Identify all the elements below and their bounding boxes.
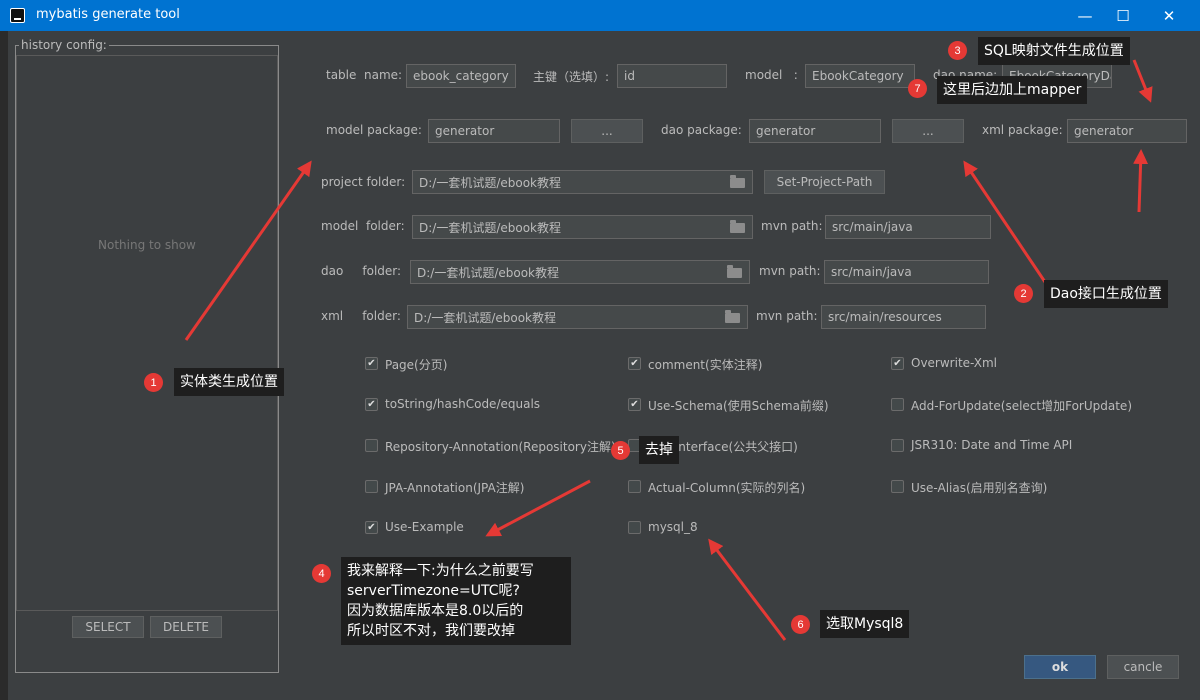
option-checkbox[interactable]: ✔ — [891, 357, 904, 370]
option-label: mysql_8 — [648, 520, 698, 534]
folder-icon[interactable] — [730, 220, 745, 233]
xml-package-label: xml package: — [982, 123, 1063, 137]
model-package-label: model package: — [326, 123, 422, 137]
folder-icon[interactable] — [730, 175, 745, 188]
option-checkbox[interactable]: ✔ — [365, 521, 378, 534]
model-folder-input[interactable]: D:/一套机试题/ebook教程 — [412, 215, 753, 239]
option-label: Use-Schema(使用Schema前缀) — [648, 399, 829, 413]
dao-mvn-path-input[interactable]: src/main/java — [824, 260, 989, 284]
xml-package-input[interactable]: generator — [1067, 119, 1187, 143]
model-package-input[interactable]: generator — [428, 119, 560, 143]
option-checkbox[interactable]: ✔ — [365, 398, 378, 411]
project-folder-value: D:/一套机试题/ebook教程 — [419, 175, 562, 190]
option-checkbox[interactable] — [365, 439, 378, 452]
annotation-badge-2: 2 — [1014, 284, 1033, 303]
project-folder-label: project folder: — [321, 175, 406, 189]
xml-mvn-path-input[interactable]: src/main/resources — [821, 305, 986, 329]
app-icon — [10, 8, 25, 23]
history-config-label: history config: — [19, 38, 109, 52]
arrow-6 — [708, 538, 787, 641]
annotation-4-line-3: 因为数据库版本是8.0以后的 — [347, 603, 524, 619]
option-checkbox[interactable] — [628, 480, 641, 493]
option-label: comment(实体注释) — [648, 358, 763, 372]
close-button[interactable]: ✕ — [1146, 0, 1192, 31]
annotation-5: 去掉 — [639, 436, 679, 464]
table-name-input[interactable]: ebook_category — [406, 64, 516, 88]
annotation-1: 实体类生成位置 — [174, 368, 284, 396]
option-label: Actual-Column(实际的列名) — [648, 481, 806, 495]
model-package-browse-button[interactable]: ... — [571, 119, 643, 143]
table-name-label: table name: — [326, 68, 403, 82]
dao-package-input[interactable]: generator — [749, 119, 881, 143]
option-label: Overwrite-Xml — [911, 356, 998, 370]
option-label: Use-Alias(启用别名查询) — [911, 481, 1048, 495]
annotation-2: Dao接口生成位置 — [1044, 280, 1168, 308]
select-button[interactable]: SELECT — [72, 616, 144, 638]
model-folder-label: model folder: — [321, 219, 405, 233]
annotation-6: 选取Mysql8 — [820, 610, 910, 638]
annotation-4-line-4: 所以时区不对，我们要改掉 — [347, 623, 515, 639]
annotation-4-line-2: serverTimezone=UTC呢? — [347, 583, 520, 599]
annotation-badge-5: 5 — [611, 441, 630, 460]
option-checkbox[interactable] — [628, 521, 641, 534]
dao-package-label: dao package: — [661, 123, 742, 137]
set-project-path-button[interactable]: Set-Project-Path — [764, 170, 885, 194]
option-label: JPA-Annotation(JPA注解) — [385, 481, 525, 495]
option-checkbox[interactable] — [891, 439, 904, 452]
option-checkbox[interactable] — [891, 398, 904, 411]
project-folder-input[interactable]: D:/一套机试题/ebook教程 — [412, 170, 753, 194]
annotation-4: 我来解释一下:为什么之前要写 serverTimezone=UTC呢? 因为数据… — [341, 557, 571, 645]
option-checkbox[interactable]: ✔ — [628, 398, 641, 411]
dao-folder-value: D:/一套机试题/ebook教程 — [417, 265, 560, 280]
annotation-3: SQL映射文件生成位置 — [978, 37, 1130, 65]
option-checkbox[interactable] — [365, 480, 378, 493]
annotation-badge-3: 3 — [948, 41, 967, 60]
option-label: Use-Example — [385, 520, 464, 534]
option-label: Repository-Annotation(Repository注解) — [385, 440, 616, 454]
model-folder-value: D:/一套机试题/ebook教程 — [419, 220, 562, 235]
empty-list-text: Nothing to show — [98, 238, 196, 252]
maximize-button[interactable]: ☐ — [1100, 0, 1146, 31]
ok-button[interactable]: ok — [1024, 655, 1096, 679]
arrow-3a — [1132, 59, 1153, 103]
dao-folder-input[interactable]: D:/一套机试题/ebook教程 — [410, 260, 750, 284]
xml-folder-value: D:/一套机试题/ebook教程 — [414, 310, 557, 325]
cancel-button[interactable]: cancle — [1107, 655, 1179, 679]
option-label: JSR310: Date and Time API — [911, 438, 1073, 452]
background-ide-strip — [0, 31, 8, 700]
option-label: Page(分页) — [385, 358, 448, 372]
history-list[interactable] — [16, 55, 278, 611]
dao-folder-label: dao folder: — [321, 264, 402, 278]
option-checkbox[interactable]: ✔ — [628, 357, 641, 370]
delete-button[interactable]: DELETE — [150, 616, 222, 638]
primary-key-label: 主键（选填）: — [533, 70, 610, 84]
window-title: mybatis generate tool — [36, 7, 180, 22]
primary-key-input[interactable]: id — [617, 64, 727, 88]
model-label: model : — [745, 68, 798, 82]
annotation-badge-7: 7 — [908, 79, 927, 98]
annotation-badge-4: 4 — [312, 564, 331, 583]
folder-icon[interactable] — [725, 310, 740, 323]
dao-mvn-path-label: mvn path: — [759, 264, 821, 278]
title-bar: mybatis generate tool — ☐ ✕ — [0, 0, 1200, 31]
option-label: toString/hashCode/equals — [385, 397, 541, 411]
annotation-badge-6: 6 — [791, 615, 810, 634]
option-label: Add-ForUpdate(select增加ForUpdate) — [911, 399, 1132, 413]
model-name-input[interactable]: EbookCategory — [805, 64, 915, 88]
xml-folder-input[interactable]: D:/一套机试题/ebook教程 — [407, 305, 748, 329]
annotation-4-line-1: 我来解释一下:为什么之前要写 — [347, 563, 534, 579]
option-checkbox[interactable]: ✔ — [365, 357, 378, 370]
model-mvn-path-label: mvn path: — [761, 219, 823, 233]
annotation-badge-1: 1 — [144, 373, 163, 392]
xml-mvn-path-label: mvn path: — [756, 309, 818, 323]
xml-folder-label: xml folder: — [321, 309, 401, 323]
option-checkbox[interactable] — [891, 480, 904, 493]
folder-icon[interactable] — [727, 265, 742, 278]
model-mvn-path-input[interactable]: src/main/java — [825, 215, 991, 239]
dao-package-browse-button[interactable]: ... — [892, 119, 964, 143]
arrow-3b — [1133, 149, 1149, 213]
annotation-7: 这里后边加上mapper — [937, 76, 1088, 104]
